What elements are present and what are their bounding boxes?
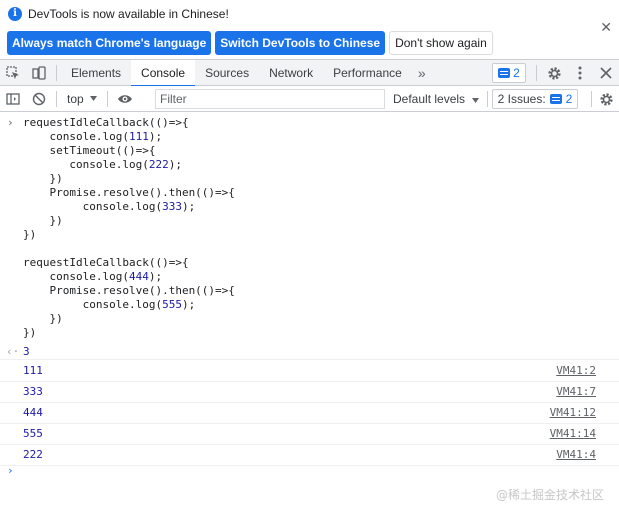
- context-selector[interactable]: top: [61, 88, 103, 110]
- info-icon: i: [8, 7, 22, 21]
- issues-button[interactable]: 2 Issues: 2: [492, 89, 578, 109]
- messages-badge[interactable]: 2: [492, 63, 526, 83]
- dropdown-arrow-icon: [89, 96, 97, 101]
- log-levels-dropdown[interactable]: Default levels: [393, 86, 480, 112]
- tab-performance[interactable]: Performance: [323, 60, 412, 86]
- context-label: top: [67, 91, 84, 106]
- tab-elements[interactable]: Elements: [61, 60, 131, 86]
- tab-console[interactable]: Console: [131, 59, 196, 87]
- log-levels-label: Default levels: [393, 92, 466, 106]
- log-source-link[interactable]: VM41:2: [556, 364, 596, 377]
- code-line: console.log(444);: [23, 270, 163, 283]
- log-row: 222 VM41:4: [0, 445, 619, 466]
- issues-label: 2 Issues:: [497, 92, 546, 106]
- clear-console-icon[interactable]: [26, 86, 52, 112]
- tab-sources[interactable]: Sources: [195, 60, 259, 86]
- eye-icon[interactable]: [112, 86, 138, 112]
- code-line: }): [23, 312, 63, 325]
- toolbar-divider: [106, 90, 108, 107]
- tabbar-right-icons: [532, 60, 619, 86]
- code-line: requestIdleCallback(()=>{: [23, 116, 189, 129]
- code-line: console.log(111);: [23, 130, 163, 143]
- code-line: console.log(333);: [23, 200, 196, 213]
- sidebar-toggle-icon[interactable]: [0, 86, 26, 112]
- filter-input[interactable]: [155, 89, 385, 109]
- result-row: ‹· 3: [0, 344, 619, 360]
- devtools-tabbar: Elements Console Sources Network Perform…: [0, 59, 619, 87]
- watermark: @稀土掘金技术社区: [495, 488, 604, 502]
- log-value: 333: [23, 385, 43, 398]
- inspect-element-icon[interactable]: [0, 60, 26, 86]
- log-source-link[interactable]: VM41:4: [556, 448, 596, 461]
- toolbar-divider: [487, 91, 488, 107]
- result-value: 3: [23, 345, 30, 358]
- code-line: requestIdleCallback(()=>{: [23, 256, 189, 269]
- close-icon[interactable]: ✕: [600, 20, 612, 34]
- result-arrow-icon: ‹·: [6, 345, 20, 358]
- code-line: }): [23, 214, 63, 227]
- toolbar-divider: [591, 91, 592, 107]
- code-line: }): [23, 172, 63, 185]
- close-devtools-icon[interactable]: [593, 60, 619, 86]
- console-output[interactable]: › requestIdleCallback(()=>{ console.log(…: [0, 112, 619, 516]
- language-infobar: i DevTools is now available in Chinese! …: [0, 0, 619, 60]
- code-line: setTimeout(()=>{: [23, 144, 156, 157]
- log-value: 222: [23, 448, 43, 461]
- log-value: 111: [23, 364, 43, 377]
- log-source-link[interactable]: VM41:7: [556, 385, 596, 398]
- log-row: 333 VM41:7: [0, 382, 619, 403]
- more-options-icon[interactable]: [567, 60, 593, 86]
- code-line: Promise.resolve().then(()=>{: [23, 186, 235, 199]
- gear-icon[interactable]: [541, 60, 567, 86]
- log-value: 555: [23, 427, 43, 440]
- log-source-link[interactable]: VM41:12: [550, 406, 596, 419]
- infobar-message: DevTools is now available in Chinese!: [28, 7, 229, 21]
- toolbar-divider: [56, 90, 57, 107]
- switch-to-chinese-button[interactable]: Switch DevTools to Chinese: [215, 31, 386, 55]
- code-line: console.log(222);: [23, 158, 182, 171]
- more-tabs-chevron-icon[interactable]: »: [412, 65, 432, 81]
- tab-network[interactable]: Network: [259, 60, 323, 86]
- log-value: 444: [23, 406, 43, 419]
- console-prompt-icon[interactable]: ›: [7, 464, 14, 477]
- log-row: 111 VM41:2: [0, 361, 619, 382]
- code-line: }): [23, 228, 37, 241]
- message-icon: [549, 94, 562, 104]
- toolbar-divider: [536, 65, 537, 81]
- input-chevron-icon: ›: [7, 116, 14, 129]
- console-input-code: requestIdleCallback(()=>{ console.log(11…: [23, 116, 235, 340]
- issues-count: 2: [565, 92, 573, 106]
- log-row: 444 VM41:12: [0, 403, 619, 424]
- log-source-link[interactable]: VM41:14: [550, 427, 596, 440]
- dont-show-again-button[interactable]: Don't show again: [389, 31, 493, 55]
- message-icon: [498, 68, 511, 78]
- code-line: Promise.resolve().then(()=>{: [23, 284, 235, 297]
- log-row: 555 VM41:14: [0, 424, 619, 445]
- code-line: }): [23, 326, 37, 339]
- console-settings-gear-icon[interactable]: [593, 86, 619, 112]
- infobar-message-row: i DevTools is now available in Chinese!: [8, 7, 229, 21]
- infobar-buttons: Always match Chrome's language Switch De…: [7, 31, 493, 55]
- device-toolbar-icon[interactable]: [26, 60, 52, 86]
- code-line: console.log(555);: [23, 298, 196, 311]
- messages-count: 2: [513, 66, 520, 80]
- toolbar-divider: [56, 64, 57, 81]
- dropdown-arrow-icon: [472, 98, 480, 103]
- match-language-button[interactable]: Always match Chrome's language: [7, 31, 212, 55]
